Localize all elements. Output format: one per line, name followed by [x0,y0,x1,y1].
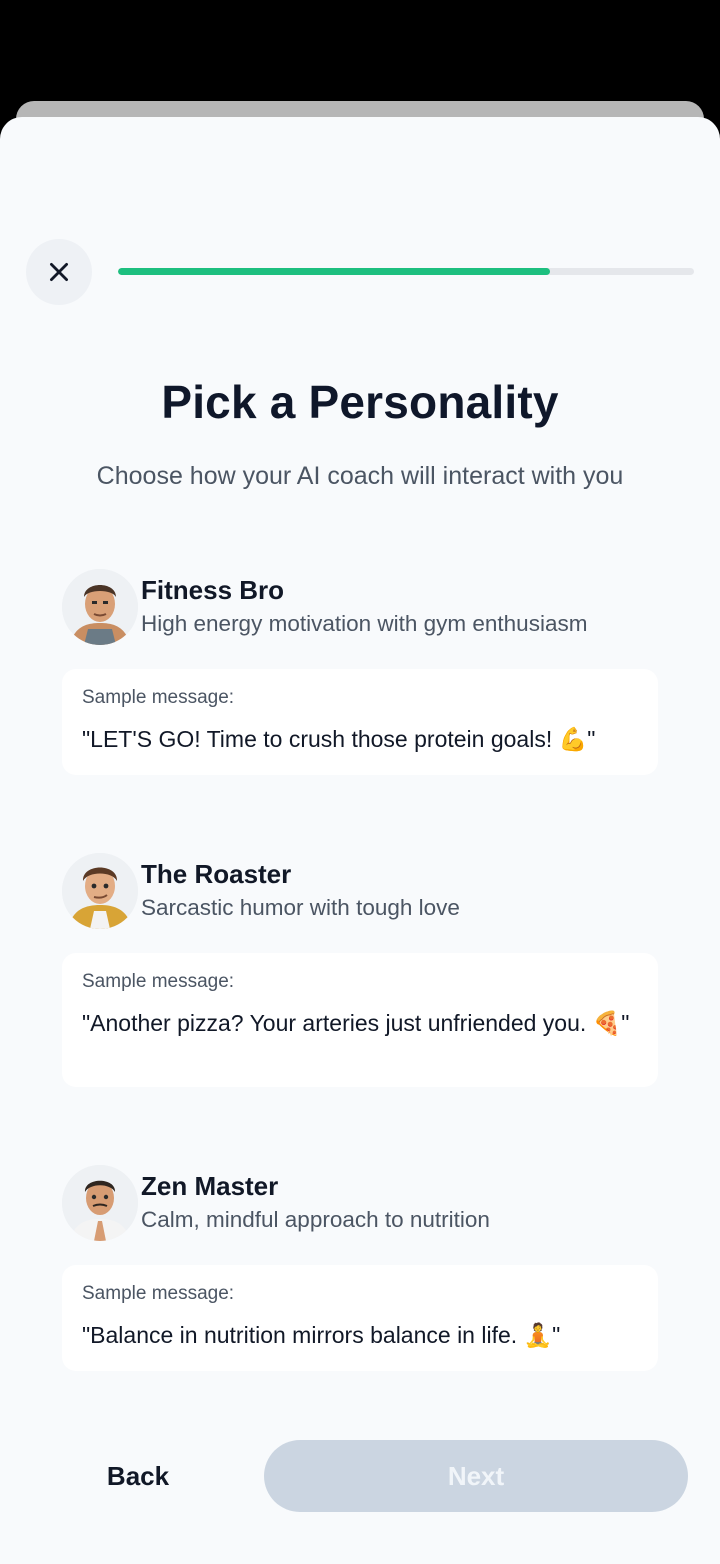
avatar-fitness-bro [62,569,138,645]
persona-option-zen-master[interactable]: Zen Master Calm, mindful approach to nut… [62,1165,658,1375]
persona-option-fitness-bro[interactable]: Fitness Bro High energy motivation with … [62,569,658,779]
screen: Pick a Personality Choose how your AI co… [0,0,720,1564]
close-button[interactable] [26,239,92,305]
persona-description: Calm, mindful approach to nutrition [141,1207,490,1232]
sample-label: Sample message: [82,1283,235,1304]
persona-name: Fitness Bro [141,575,285,605]
sample-text: "Another pizza? Your arteries just unfri… [82,1010,630,1036]
sample-label: Sample message: [82,687,235,708]
sample-message-card: Sample message: "Another pizza? Your art… [62,953,658,1087]
avatar-the-roaster [62,853,138,929]
sample-text: "LET'S GO! Time to crush those protein g… [82,726,596,752]
persona-description: High energy motivation with gym enthusia… [141,611,588,636]
persona-description: Sarcastic humor with tough love [141,895,460,920]
progress-fill [118,268,550,275]
page-title: Pick a Personality [161,376,559,428]
progress-bar [118,268,694,275]
close-icon [50,263,68,281]
page-subtitle: Choose how your AI coach will interact w… [96,462,624,490]
onboarding-sheet: Pick a Personality Choose how your AI co… [0,117,720,1564]
persona-option-the-roaster[interactable]: The Roaster Sarcastic humor with tough l… [62,853,658,1089]
back-button[interactable]: Back [74,1440,202,1512]
persona-name: The Roaster [141,859,292,889]
sample-message-card: Sample message: "LET'S GO! Time to crush… [62,669,658,775]
next-button[interactable]: Next [264,1440,688,1512]
avatar-zen-master [62,1165,138,1241]
sample-message-card: Sample message: "Balance in nutrition mi… [62,1265,658,1371]
sample-text: "Balance in nutrition mirrors balance in… [82,1322,561,1348]
sample-label: Sample message: [82,971,235,992]
persona-name: Zen Master [141,1171,279,1201]
